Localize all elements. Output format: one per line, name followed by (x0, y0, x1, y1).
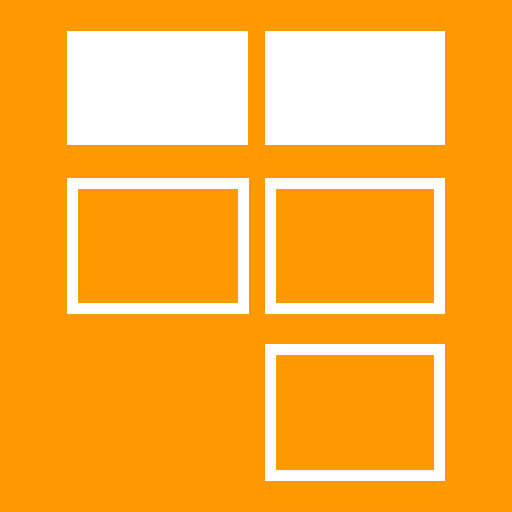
tile-filled-row1-col2 (265, 31, 445, 145)
tile-grid-icon (0, 0, 512, 512)
tile-outline-row2-col2 (265, 178, 445, 314)
tile-filled-row1-col1 (67, 31, 248, 145)
tile-outline-row2-col1 (67, 178, 249, 314)
tile-outline-row3-col2 (265, 344, 445, 481)
